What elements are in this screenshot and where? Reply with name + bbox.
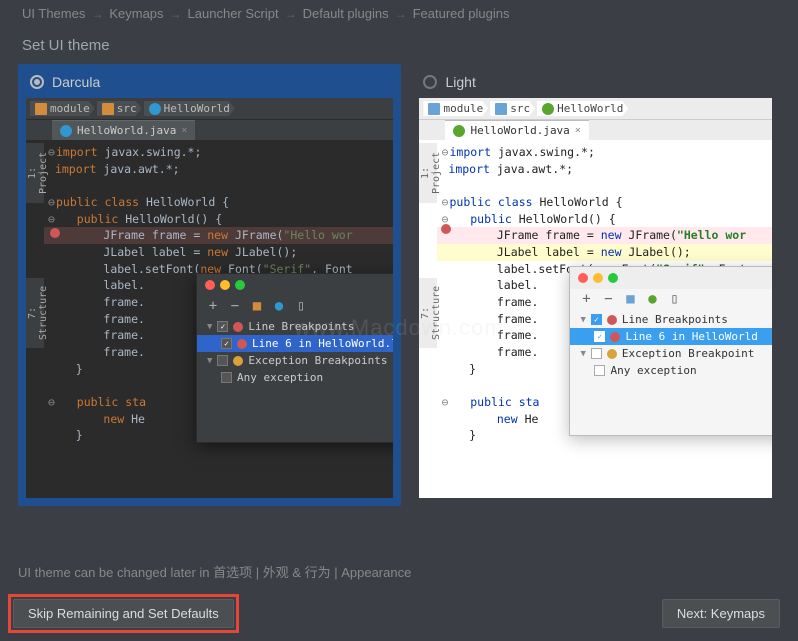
popup-titlebar[interactable]: [197, 274, 393, 296]
theme-radio-light[interactable]: Light: [411, 64, 780, 98]
annotation-highlight: Skip Remaining and Set Defaults: [8, 594, 239, 633]
preview-darcula: module src HelloWorld HelloWorld.java × …: [26, 98, 393, 498]
side-tab-structure[interactable]: 7: Structure: [419, 278, 437, 348]
preview-light: module src HelloWorld HelloWorld.java × …: [419, 98, 772, 498]
editor-tabs: HelloWorld.java ×: [419, 120, 772, 140]
copy-icon[interactable]: ▯: [295, 300, 307, 312]
page-title: Set UI theme: [0, 21, 798, 64]
editor-path-crumbs: module src HelloWorld: [419, 98, 772, 120]
theme-radio-darcula[interactable]: Darcula: [18, 64, 401, 98]
breakpoints-popup[interactable]: + − ■ ● ▯ ▼Line Breakpoints Line 6 in He…: [569, 266, 772, 436]
checkbox-icon[interactable]: [217, 321, 228, 332]
radio-icon: [30, 75, 44, 89]
crumb-item[interactable]: Featured plugins: [413, 6, 510, 21]
next-button[interactable]: Next: Keymaps: [662, 599, 780, 628]
checkbox-icon[interactable]: [221, 372, 232, 383]
tree-group[interactable]: ▼Line Breakpoints: [203, 318, 393, 335]
breakpoint-icon: [237, 339, 247, 349]
breakpoint-gutter-icon[interactable]: [50, 228, 60, 238]
close-window-icon[interactable]: [205, 280, 215, 290]
remove-icon[interactable]: −: [229, 300, 241, 312]
theme-card-light[interactable]: Light module src HelloWorld HelloWorld.j…: [411, 64, 780, 506]
folder-icon[interactable]: ■: [624, 293, 636, 305]
popup-titlebar[interactable]: [570, 267, 772, 289]
side-tab-project[interactable]: 1: Project: [26, 143, 44, 203]
class-icon: [60, 125, 72, 137]
tree-item-selected[interactable]: Line 6 in HelloWorld: [570, 328, 772, 345]
editor-path-crumbs: module src HelloWorld: [26, 98, 393, 120]
breakpoints-popup[interactable]: + − ■ ● ▯ ▼Line Breakpoints Line 6 in He…: [196, 273, 393, 443]
radio-icon: [423, 75, 437, 89]
breakpoint-icon: [233, 322, 243, 332]
window-controls[interactable]: [578, 273, 618, 283]
checkbox-icon[interactable]: [594, 331, 605, 342]
theme-label: Light: [445, 74, 475, 90]
close-icon[interactable]: ×: [181, 125, 187, 136]
class-icon: [542, 103, 554, 115]
remove-icon[interactable]: −: [602, 293, 614, 305]
skip-defaults-button[interactable]: Skip Remaining and Set Defaults: [13, 599, 234, 628]
add-icon[interactable]: +: [207, 300, 219, 312]
crumb-item[interactable]: Default plugins: [303, 6, 389, 21]
side-tab-structure[interactable]: 7: Structure: [26, 278, 44, 348]
class-icon[interactable]: ●: [273, 300, 285, 312]
arrow-icon: →: [285, 7, 297, 21]
minimize-window-icon[interactable]: [593, 273, 603, 283]
tree-item-selected[interactable]: Line 6 in HelloWorld.l: [197, 335, 393, 352]
checkbox-icon[interactable]: [217, 355, 228, 366]
wizard-breadcrumb: UI Themes → Keymaps → Launcher Script → …: [0, 0, 798, 21]
editor-tab[interactable]: HelloWorld.java ×: [52, 120, 195, 140]
arrow-icon: →: [395, 7, 407, 21]
breakpoint-icon: [610, 332, 620, 342]
minimize-window-icon[interactable]: [220, 280, 230, 290]
exception-icon: [607, 349, 617, 359]
side-tab-project[interactable]: 1: Project: [419, 143, 437, 203]
folder-icon: [495, 103, 507, 115]
zoom-window-icon[interactable]: [235, 280, 245, 290]
zoom-window-icon[interactable]: [608, 273, 618, 283]
class-icon[interactable]: ●: [646, 293, 658, 305]
popup-toolbar: + − ■ ● ▯: [570, 289, 772, 309]
editor-tab[interactable]: HelloWorld.java ×: [445, 120, 588, 140]
checkbox-icon[interactable]: [594, 365, 605, 376]
theme-card-darcula[interactable]: Darcula module src HelloWorld HelloWorld…: [18, 64, 401, 506]
popup-toolbar: + − ■ ● ▯: [197, 296, 393, 316]
tree-group[interactable]: ▼Line Breakpoints: [576, 311, 772, 328]
tree-group[interactable]: ▼Exception Breakpoint: [576, 345, 772, 362]
breakpoint-icon: [607, 315, 617, 325]
tree-item[interactable]: Any exception: [576, 362, 772, 379]
tree-group[interactable]: ▼Exception Breakpoints: [203, 352, 393, 369]
crumb-item[interactable]: Keymaps: [109, 6, 163, 21]
footer-note: UI theme can be changed later in 首选项 | 外…: [18, 562, 411, 581]
arrow-icon: →: [170, 7, 182, 21]
editor-tabs: HelloWorld.java ×: [26, 120, 393, 140]
class-icon: [149, 103, 161, 115]
close-icon[interactable]: ×: [575, 125, 581, 136]
folder-icon: [35, 103, 47, 115]
checkbox-icon[interactable]: [591, 314, 602, 325]
class-icon: [453, 125, 465, 137]
folder-icon[interactable]: ■: [251, 300, 263, 312]
folder-icon: [428, 103, 440, 115]
breakpoints-tree: ▼Line Breakpoints Line 6 in HelloWorld.l…: [197, 316, 393, 388]
crumb-item[interactable]: UI Themes: [22, 6, 85, 21]
theme-label: Darcula: [52, 74, 100, 90]
window-controls[interactable]: [205, 280, 245, 290]
checkbox-icon[interactable]: [591, 348, 602, 359]
exception-icon: [233, 356, 243, 366]
close-window-icon[interactable]: [578, 273, 588, 283]
add-icon[interactable]: +: [580, 293, 592, 305]
crumb-item[interactable]: Launcher Script: [188, 6, 279, 21]
checkbox-icon[interactable]: [221, 338, 232, 349]
folder-icon: [102, 103, 114, 115]
tree-item[interactable]: Any exception: [203, 369, 393, 386]
copy-icon[interactable]: ▯: [668, 293, 680, 305]
breakpoints-tree: ▼Line Breakpoints Line 6 in HelloWorld ▼…: [570, 309, 772, 381]
arrow-icon: →: [91, 7, 103, 21]
